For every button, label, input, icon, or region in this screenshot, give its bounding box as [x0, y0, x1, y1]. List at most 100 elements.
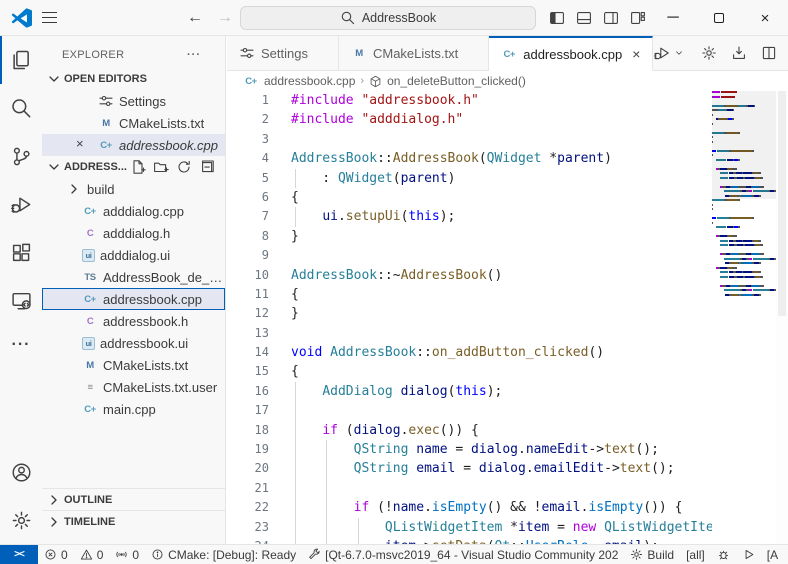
tree-item-cmakelists-txt[interactable]: MCMakeLists.txt: [42, 354, 225, 376]
activity-item-explorer[interactable]: [0, 36, 42, 84]
layout-sidebar-left-toggle[interactable]: [548, 10, 566, 26]
code-token: dialog: [354, 423, 401, 438]
tree-item-label: adddialog.cpp: [103, 204, 184, 219]
activity-item-remote-explorer[interactable]: [0, 276, 42, 324]
minimap-line: [712, 213, 776, 215]
editor-scrollbar[interactable]: [776, 91, 788, 544]
code-token: [291, 520, 385, 535]
tree-item-main-cpp[interactable]: C+main.cpp: [42, 398, 225, 420]
code-token: text: [604, 442, 635, 457]
line-number: 3: [227, 130, 269, 149]
split-button[interactable]: [760, 45, 777, 61]
tree-item-cmakelists-txt-user[interactable]: ≡CMakeLists.txt.user: [42, 376, 225, 398]
new-file-icon[interactable]: [130, 159, 146, 175]
remote-indicator[interactable]: ><: [0, 545, 38, 564]
status-broadcast-count[interactable]: 0: [109, 548, 145, 562]
explorer-sidebar: EXPLORER ··· OPEN EDITORS SettingsMCMake…: [42, 36, 226, 544]
tab-cmakelists-txt[interactable]: MCMakeLists.txt: [339, 36, 489, 71]
tab-addressbook-cpp[interactable]: C+addressbook.cpp×: [489, 36, 653, 71]
code-token: QListWidgetItem: [385, 520, 502, 535]
status-launch-target[interactable]: [A: [761, 548, 784, 562]
back-button[interactable]: ←: [184, 9, 206, 27]
forward-button[interactable]: →: [214, 9, 236, 27]
open-editor-cmakelists-txt[interactable]: MCMakeLists.txt: [42, 112, 225, 134]
explorer-more-actions[interactable]: ···: [187, 49, 201, 61]
run-or-debug-button[interactable]: [653, 45, 687, 61]
status-launch-button[interactable]: [736, 548, 761, 561]
status-warnings-count[interactable]: 0: [74, 548, 110, 562]
layout-panel-toggle[interactable]: [575, 10, 593, 26]
minimap-line: [712, 249, 776, 251]
minimap[interactable]: [712, 91, 776, 544]
status-kit-selection[interactable]: [Qt-6.7.0-msvc2019_64 - Visual Studio Co…: [302, 548, 624, 562]
code-line-16: 16 AddDialog dialog(this);: [227, 382, 712, 401]
open-editor-settings[interactable]: Settings: [42, 90, 225, 112]
new-folder-icon[interactable]: [153, 159, 169, 175]
close-button[interactable]: ×: [742, 0, 788, 36]
code-token: exec: [408, 423, 439, 438]
open-editors-header[interactable]: OPEN EDITORS: [42, 68, 225, 90]
activity-item-accounts[interactable]: [0, 448, 42, 496]
tree-item-build[interactable]: build: [42, 178, 225, 200]
status-errors-count[interactable]: 0: [38, 548, 74, 562]
status-cmake-status[interactable]: CMake: [Debug]: Ready: [145, 548, 302, 562]
activity-item-extensions[interactable]: [0, 228, 42, 276]
layout-sidebar-right-toggle[interactable]: [602, 10, 620, 26]
tree-item-adddialog-ui[interactable]: uiadddialog.ui: [42, 244, 225, 266]
workspace-folder-header[interactable]: ADDRESS...: [42, 156, 225, 178]
status-debug-button[interactable]: [711, 548, 736, 561]
close-icon[interactable]: ×: [632, 46, 640, 62]
activity-item-additional-views[interactable]: ···: [0, 324, 42, 372]
code-line-21: 21: [227, 479, 712, 498]
code-token: AddressBook: [401, 268, 487, 283]
tree-item-addressbook-h[interactable]: Caddressbook.h: [42, 310, 225, 332]
command-center-search[interactable]: AddressBook: [240, 6, 536, 30]
line-number: 5: [227, 169, 269, 188]
minimap-slider[interactable]: [712, 91, 776, 199]
code-token: [393, 384, 401, 399]
install-button[interactable]: [730, 45, 747, 61]
activity-item-search[interactable]: [0, 84, 42, 132]
menu-icon[interactable]: [32, 0, 66, 36]
code-token: ()) {: [440, 423, 479, 438]
minimap-line: [712, 226, 776, 228]
panel-header-timeline[interactable]: TIMELINE: [42, 510, 225, 532]
tree-item-addressbook-de-de-ts[interactable]: TSAddressBook_de_DE.ts: [42, 266, 225, 288]
status-build-button[interactable]: Build: [624, 548, 680, 562]
activity-bar: ···: [0, 36, 42, 544]
tab-settings[interactable]: Settings: [227, 36, 339, 71]
gear-button[interactable]: [700, 45, 717, 61]
minimize-button[interactable]: ─: [650, 0, 696, 36]
panel-header-outline[interactable]: OUTLINE: [42, 488, 225, 510]
breadcrumb-item[interactable]: on_deleteButton_clicked(): [387, 74, 526, 88]
search-value: AddressBook: [362, 11, 436, 25]
indent-guide: [326, 479, 327, 498]
status-build-target[interactable]: [all]: [680, 548, 711, 562]
warning-icon: [80, 548, 93, 561]
refresh-icon[interactable]: [176, 159, 192, 175]
open-editor-addressbook-cpp[interactable]: ×C+addressbook.cpp: [42, 134, 225, 156]
maximize-button[interactable]: [696, 0, 742, 36]
code-token: {: [291, 190, 299, 205]
activity-item-manage[interactable]: [0, 496, 42, 544]
breadcrumb-item[interactable]: addressbook.cpp: [264, 74, 355, 88]
sidebar-title: EXPLORER: [62, 49, 124, 61]
tree-item-label: AddressBook_de_DE.ts: [103, 270, 225, 285]
minimap-line: [712, 231, 776, 233]
tree-item-addressbook-ui[interactable]: uiaddressbook.ui: [42, 332, 225, 354]
collapse-all-icon[interactable]: [199, 159, 215, 175]
status-label: 0: [61, 548, 68, 562]
code-token: ): [604, 151, 612, 166]
code-token: =: [549, 520, 572, 535]
code-token: ::: [377, 151, 393, 166]
activity-item-run-and-debug[interactable]: [0, 180, 42, 228]
indent-guide: [295, 479, 296, 498]
tree-item-addressbook-cpp[interactable]: C+addressbook.cpp: [42, 288, 225, 310]
minimap-line: [712, 271, 776, 273]
tree-item-adddialog-h[interactable]: Cadddialog.h: [42, 222, 225, 244]
tree-item-adddialog-cpp[interactable]: C+adddialog.cpp: [42, 200, 225, 222]
activity-item-source-control[interactable]: [0, 132, 42, 180]
layout-customize-toggle[interactable]: [629, 10, 647, 26]
close-icon[interactable]: ×: [76, 136, 84, 151]
code-editor[interactable]: 1#include "addressbook.h"2#include "addd…: [227, 91, 712, 544]
